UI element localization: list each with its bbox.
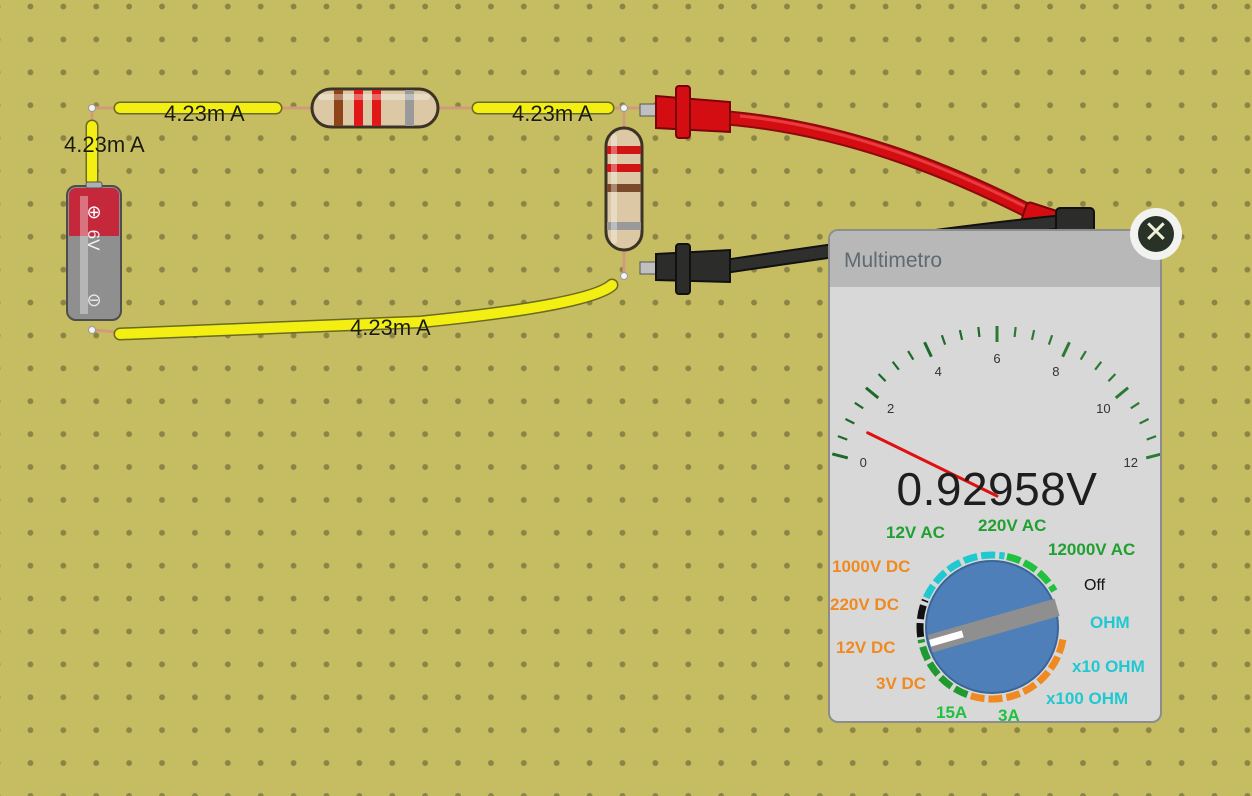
- meter-reading: 0.92958V: [896, 463, 1098, 515]
- close-multimeter-button[interactable]: ✕: [1130, 208, 1182, 260]
- battery[interactable]: ⊕ ⊖ 6V: [66, 181, 122, 321]
- wire-current-label: 4.23m A: [350, 315, 431, 340]
- gauge-scale-label: 6: [993, 351, 1000, 366]
- gauge-tick: [1047, 334, 1054, 346]
- resistor-vertical[interactable]: [604, 126, 644, 252]
- gauge-scale-label: 2: [887, 401, 894, 416]
- range-12000v-ac[interactable]: 12000V AC: [1048, 540, 1135, 560]
- gauge-tick: [831, 452, 849, 460]
- red-probe-lead[interactable]: [639, 85, 1060, 241]
- range-220v-dc[interactable]: 220V DC: [830, 595, 899, 615]
- gauge-tick: [923, 341, 933, 358]
- range-off[interactable]: Off: [1084, 577, 1105, 595]
- wire-current-label: 4.23m A: [164, 101, 245, 126]
- resistor-horizontal[interactable]: [310, 87, 440, 129]
- range-3v-dc[interactable]: 3V DC: [876, 674, 926, 694]
- range-12v-dc[interactable]: 12V DC: [836, 638, 896, 658]
- gauge-tick: [1145, 452, 1160, 460]
- gauge-tick: [864, 386, 880, 400]
- gauge-tick: [940, 334, 947, 346]
- multimeter-title: Multimetro: [830, 231, 1160, 287]
- gauge-tick: [1094, 361, 1103, 371]
- gauge-tick: [1030, 329, 1036, 341]
- gauge-tick: [844, 418, 855, 425]
- dial-ring-segment: [916, 598, 929, 638]
- gauge-scale-label: 10: [1096, 401, 1110, 416]
- gauge-tick: [1061, 341, 1071, 358]
- gauge-tick: [1146, 435, 1157, 441]
- gauge-tick: [1107, 373, 1117, 382]
- gauge-tick: [1139, 418, 1150, 425]
- range-12v-ac[interactable]: 12V AC: [886, 523, 945, 543]
- range-ohm[interactable]: OHM: [1090, 613, 1130, 633]
- range-3a[interactable]: 3A: [998, 706, 1020, 721]
- gauge-tick: [891, 361, 900, 371]
- gauge-tick: [877, 373, 887, 382]
- close-icon: ✕: [1138, 216, 1174, 252]
- gauge-scale-label: 4: [935, 364, 942, 379]
- gauge-tick: [1079, 350, 1087, 361]
- wire-current-label: 4.23m A: [512, 101, 593, 126]
- wire-current-label: 4.23m A: [64, 132, 145, 157]
- gauge-tick: [1130, 401, 1140, 410]
- range-15a[interactable]: 15A: [936, 703, 967, 721]
- gauge-tick: [1013, 326, 1017, 338]
- range-220v-ac[interactable]: 220V AC: [978, 516, 1046, 536]
- multimeter-panel[interactable]: Multimetro 0 2 4 6 8 10 12 0.92958V 12V AC 220…: [828, 229, 1162, 723]
- range-x100-ohm[interactable]: x100 OHM: [1046, 689, 1128, 709]
- gauge-tick: [1114, 386, 1130, 400]
- battery-positive-symbol: ⊕: [86, 202, 101, 223]
- range-x10-ohm[interactable]: x10 OHM: [1072, 657, 1145, 677]
- gauge-tick: [907, 350, 915, 361]
- gauge-tick: [854, 401, 864, 410]
- range-1000v-dc[interactable]: 1000V DC: [832, 557, 910, 577]
- gauge-scale-label: 8: [1052, 364, 1059, 379]
- battery-negative-symbol: ⊖: [86, 290, 101, 311]
- gauge-tick: [837, 435, 848, 441]
- gauge-tick: [977, 326, 981, 338]
- gauge-tick: [958, 329, 964, 341]
- battery-voltage-label: 6V: [84, 230, 103, 251]
